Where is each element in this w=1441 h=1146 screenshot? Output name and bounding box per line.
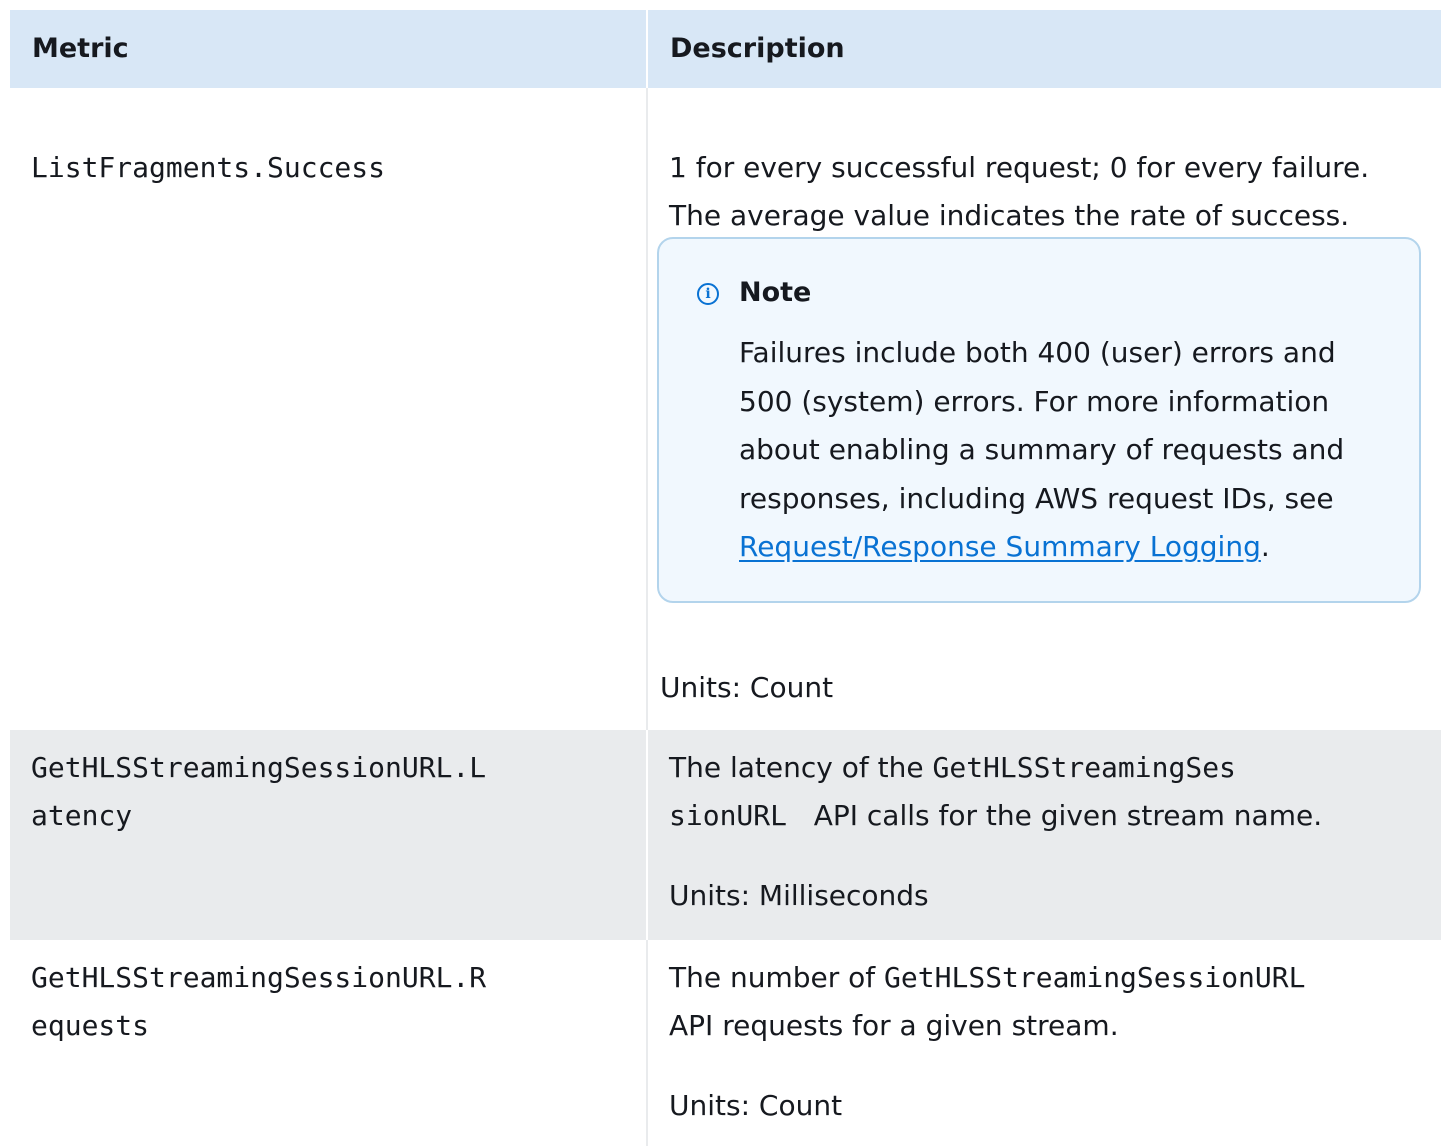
units-text: Units: Milliseconds [669,879,929,912]
note-body: Failures include both 400 (user) errors … [739,329,1399,572]
metric-name-line: GetHLSStreamingSessionURL.L [31,751,487,784]
note-line: 500 (system) errors. For more informatio… [739,384,1330,418]
description-line: 1 for every successful request; 0 for ev… [669,151,1370,184]
description-line: The average value indicates the rate of … [669,199,1350,232]
table-row: GetHLSStreamingSessionURL.R equests The … [10,940,1441,1146]
request-response-logging-link[interactable]: Request/Response Summary Logging [739,530,1261,563]
table-row: GetHLSStreamingSessionURL.L atency The l… [10,730,1441,940]
metric-name-line: GetHLSStreamingSessionURL.R [31,961,487,994]
description-column-header: Description [670,32,845,64]
note-title: Note [739,277,812,308]
note-callout: i Note Failures include both 400 (user) … [657,237,1421,603]
description-line: The number of GetHLSStreamingSessionURL [669,954,1441,1002]
units-text: Units: Count [669,1089,843,1122]
metric-cell: GetHLSStreamingSessionURL.L atency [10,730,648,940]
note-line: responses, including AWS request IDs, se… [739,481,1334,515]
metric-name: ListFragments.Success [31,151,386,184]
api-code: GetHLSStreamingSessionURL [884,961,1306,994]
description-text: The latency of the [669,751,933,784]
description-line: API requests for a given stream. [669,1009,1119,1042]
description-text: API calls for the given stream name. [787,799,1323,832]
note-line: Failures include both 400 (user) errors … [739,336,1336,369]
metric-column-header: Metric [10,10,648,88]
table-row: ListFragments.Success 1 for every succes… [10,88,1441,730]
description-text: The number of [669,961,885,994]
description-cell: The number of GetHLSStreamingSessionURL … [648,940,1441,1146]
note-line: about enabling a summary of requests and [739,433,1345,466]
units-text: Units: Count [660,671,834,704]
info-icon: i [697,283,719,305]
metric-cell: ListFragments.Success [10,88,648,730]
metric-name-line: atency [31,799,133,832]
metric-cell: GetHLSStreamingSessionURL.R equests [10,940,648,1146]
description-line: sionURL API calls for the given stream n… [669,792,1441,840]
description-line: The latency of the GetHLSStreamingSes [669,744,1441,792]
description-cell: The latency of the GetHLSStreamingSes si… [648,730,1441,940]
metrics-table: Metric Description ListFragments.Success… [10,10,1441,1146]
metric-name-line: equests [31,1009,150,1042]
api-code: GetHLSStreamingSes [932,751,1236,784]
table-header: Metric Description [10,10,1441,88]
note-period: . [1260,530,1270,563]
api-code: sionURL [669,799,788,832]
